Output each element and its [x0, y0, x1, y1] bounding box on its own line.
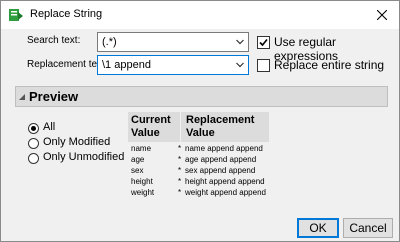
checkmark-icon: [259, 38, 268, 47]
current-value-cell: sex: [131, 166, 144, 175]
filter-all-radio[interactable]: [28, 123, 39, 134]
preview-title: Preview: [29, 89, 79, 104]
search-text-combo[interactable]: (.*): [97, 32, 249, 52]
current-value-cell: name: [131, 144, 152, 153]
modified-marker: *: [178, 188, 182, 197]
replacement-value-cell: sex append append: [185, 166, 256, 175]
modified-marker: *: [178, 177, 182, 186]
title-bar: Replace String: [1, 1, 399, 29]
replacement-value-cell: name append append: [185, 144, 263, 153]
replacement-text-value: \1 append: [102, 59, 151, 71]
current-value-cell: weight: [131, 188, 155, 197]
replace-string-dialog: Replace String Search text: (.*) Replace…: [0, 0, 400, 242]
close-button[interactable]: [365, 1, 399, 29]
replacement-text-label: Replacement text:: [27, 59, 108, 70]
filter-only-modified-radio[interactable]: [28, 138, 39, 149]
app-icon: [9, 9, 23, 21]
column-header-replacement: Replacement Value: [181, 112, 269, 142]
replace-entire-label[interactable]: Replace entire string: [274, 58, 384, 72]
current-value-cell: height: [131, 177, 153, 186]
disclosure-triangle-icon[interactable]: [18, 93, 26, 101]
replacement-text-combo[interactable]: \1 append: [97, 55, 249, 75]
search-text-value: (.*): [102, 36, 117, 48]
replacement-value-cell: height append append: [185, 177, 265, 186]
current-value-cell: age: [131, 155, 145, 164]
filter-only-unmodified-radio[interactable]: [28, 153, 39, 164]
replacement-value-cell: age append append: [185, 155, 257, 164]
window-title: Replace String: [30, 8, 103, 20]
cancel-button[interactable]: Cancel: [343, 218, 393, 238]
replacement-value-cell: weight append append: [185, 188, 266, 197]
close-icon: [377, 10, 387, 20]
modified-marker: *: [178, 166, 182, 175]
filter-only-unmodified-label[interactable]: Only Unmodified: [43, 151, 124, 163]
use-regex-checkbox[interactable]: [257, 36, 270, 49]
search-text-label: Search text:: [27, 35, 81, 46]
preview-section-header[interactable]: Preview: [15, 86, 388, 107]
filter-all-label[interactable]: All: [43, 121, 55, 133]
modified-marker: *: [178, 144, 182, 153]
ok-button[interactable]: OK: [297, 218, 339, 238]
replace-entire-checkbox[interactable]: [257, 59, 270, 72]
column-header-current: Current Value: [128, 112, 180, 142]
chevron-down-icon[interactable]: [236, 62, 244, 68]
modified-marker: *: [178, 155, 182, 164]
filter-only-modified-label[interactable]: Only Modified: [43, 136, 110, 148]
chevron-down-icon[interactable]: [236, 39, 244, 45]
